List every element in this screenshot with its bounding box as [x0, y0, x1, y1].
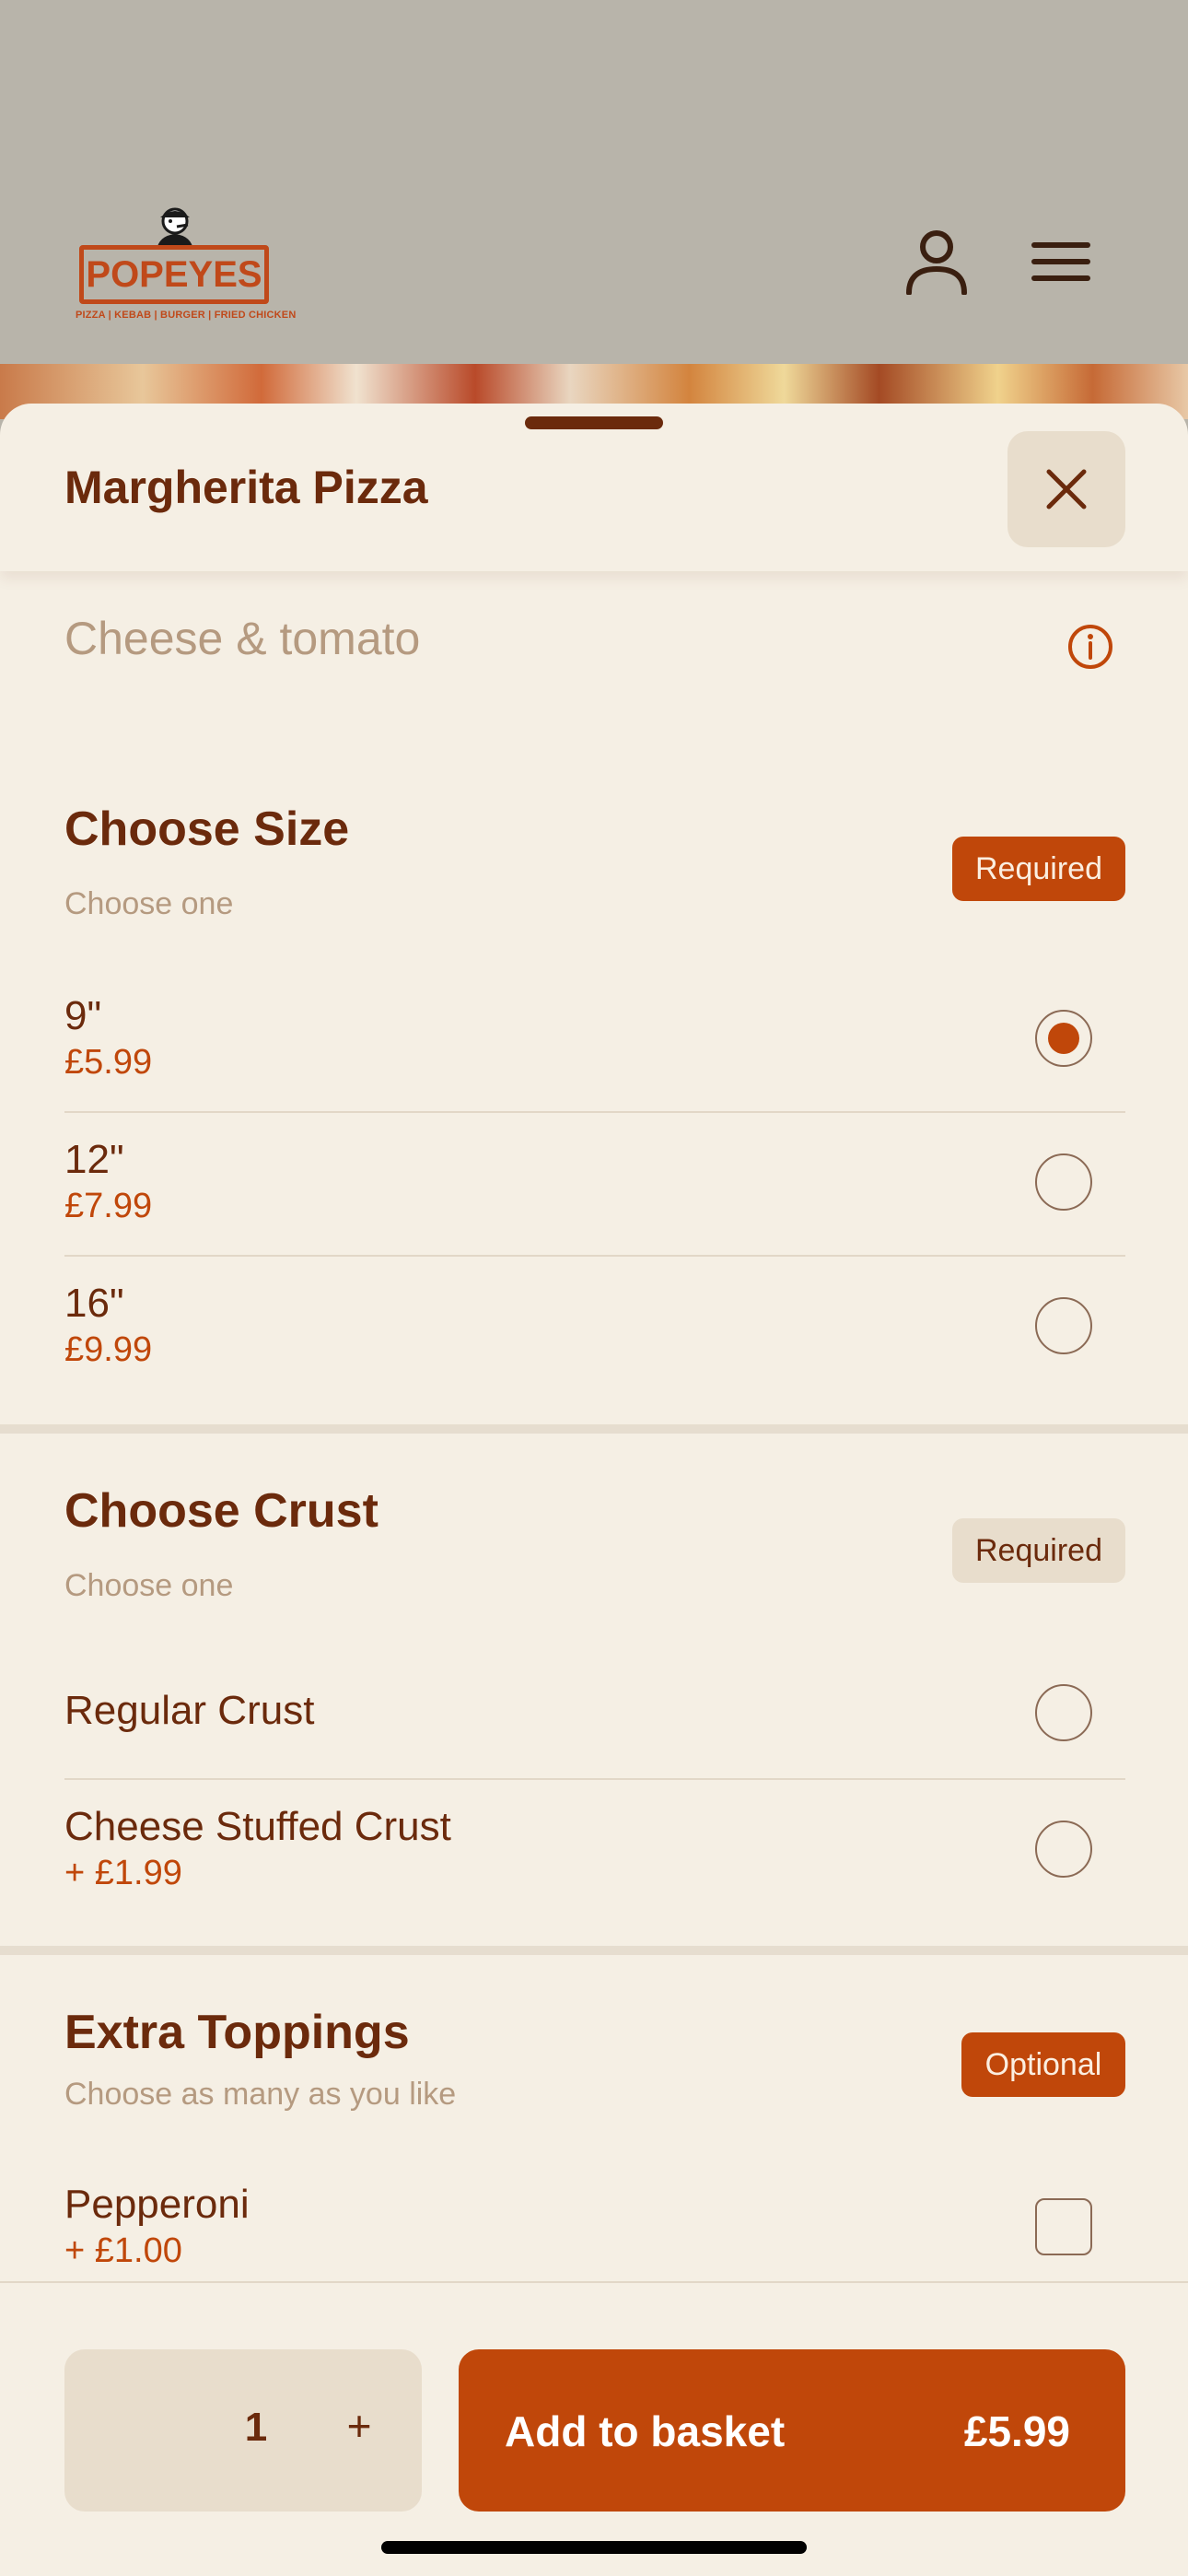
option-price: + £1.99	[64, 1854, 182, 1892]
section-title-crust: Choose Crust	[64, 1484, 379, 1538]
close-button[interactable]	[1007, 431, 1125, 547]
item-options-sheet: Margherita Pizza Cheese & tomato Choose …	[0, 404, 1188, 2576]
brand-logo[interactable]: POPEYES PIZZA | KEBAB | BURGER | FRIED C…	[76, 205, 296, 328]
checkbox[interactable]	[1035, 2198, 1092, 2255]
quantity-stepper[interactable]: 1 +	[64, 2349, 422, 2512]
option-price: £9.99	[64, 1330, 153, 1369]
option-price: £7.99	[64, 1187, 153, 1225]
sheet-header: Margherita Pizza	[0, 404, 1188, 571]
sheet-grabber-handle[interactable]	[525, 416, 663, 429]
divider	[64, 1255, 1125, 1257]
increment-button[interactable]: +	[332, 2401, 387, 2451]
option-label: 9"	[64, 993, 102, 1038]
required-badge: Required	[952, 837, 1125, 901]
required-badge: Required	[952, 1518, 1125, 1583]
item-title: Margherita Pizza	[64, 462, 428, 513]
close-icon	[1046, 469, 1087, 509]
app-header: POPEYES PIZZA | KEBAB | BURGER | FRIED C…	[0, 0, 1188, 364]
bottom-action-bar: 1 + Add to basket £5.99	[0, 2281, 1188, 2576]
hamburger-menu-icon[interactable]	[1031, 241, 1090, 282]
section-title-toppings: Extra Toppings	[64, 2006, 410, 2059]
radio-button[interactable]	[1035, 1153, 1092, 1211]
divider	[64, 1111, 1125, 1113]
option-label: 16"	[64, 1281, 124, 1326]
add-to-basket-button[interactable]: Add to basket £5.99	[459, 2349, 1125, 2512]
section-subtitle-crust: Choose one	[64, 1568, 234, 1603]
radio-button[interactable]	[1035, 1684, 1092, 1741]
user-icon[interactable]	[904, 228, 969, 295]
logo-wordmark: POPEYES	[79, 245, 269, 304]
option-label: Cheese Stuffed Crust	[64, 1804, 451, 1849]
divider	[64, 1778, 1125, 1780]
quantity-value: 1	[244, 2405, 268, 2450]
add-to-basket-label: Add to basket	[505, 2407, 786, 2455]
option-label: 12"	[64, 1137, 124, 1182]
info-icon[interactable]	[1066, 623, 1114, 671]
optional-badge: Optional	[961, 2032, 1125, 2097]
option-price: £5.99	[64, 1043, 153, 1082]
radio-button-selected[interactable]	[1035, 1010, 1092, 1067]
home-indicator[interactable]	[381, 2541, 807, 2554]
basket-total-price: £5.99	[963, 2407, 1070, 2455]
item-description: Cheese & tomato	[64, 613, 421, 664]
logo-tagline: PIZZA | KEBAB | BURGER | FRIED CHICKEN	[76, 310, 297, 321]
section-separator	[0, 1946, 1188, 1955]
section-subtitle-toppings: Choose as many as you like	[64, 2077, 457, 2112]
section-subtitle-size: Choose one	[64, 886, 234, 921]
radio-button[interactable]	[1035, 1297, 1092, 1354]
option-label: Regular Crust	[64, 1688, 315, 1733]
option-price: + £1.00	[64, 2231, 182, 2270]
option-label: Pepperoni	[64, 2182, 250, 2227]
section-separator	[0, 1424, 1188, 1434]
section-title-size: Choose Size	[64, 802, 350, 856]
radio-button[interactable]	[1035, 1821, 1092, 1878]
